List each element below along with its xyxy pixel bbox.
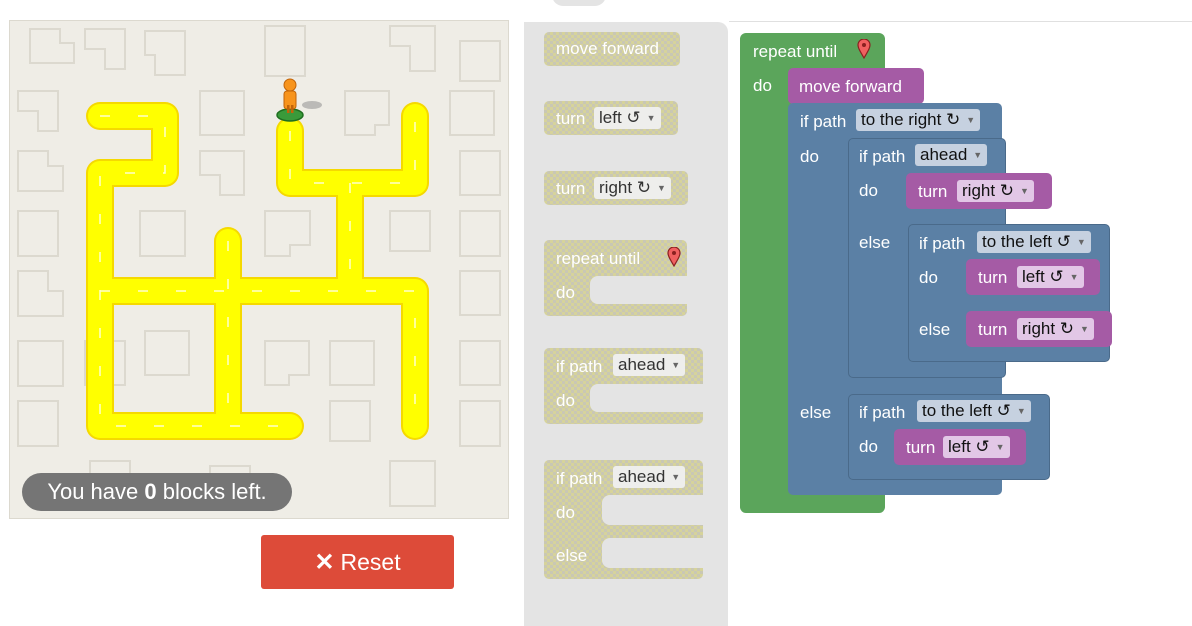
path-dropdown[interactable]: ahead ▼ [613,466,686,488]
do-label: do [919,268,938,287]
toolbox-repeat-until-block[interactable]: repeat until do [544,240,687,316]
pegman-icon [276,78,322,122]
maze-board [9,20,509,519]
toolbox-turn-left-block[interactable]: turn left ↺ ▼ [544,101,678,135]
do-label: do [556,283,575,302]
do-label: do [556,391,575,410]
toolbox-if-else-block[interactable]: if path ahead ▼ do else [544,460,703,579]
else-label: else [556,546,588,565]
block-label: repeat until [556,249,641,268]
chevron-down-icon: ▼ [1076,237,1086,247]
turn-right-block[interactable]: turn right ↻ ▼ [906,173,1052,209]
maze-svg [17,25,501,507]
block-label: if path [859,147,906,166]
chevron-down-icon: ▼ [657,183,666,193]
chevron-down-icon: ▼ [646,113,656,123]
direction-dropdown[interactable]: right ↻ ▼ [1017,318,1094,340]
chevron-down-icon: ▼ [1069,272,1079,282]
direction-dropdown[interactable]: left ↺ ▼ [594,107,661,129]
block-label: if path [800,112,847,131]
path-dropdown[interactable]: to the right ↻ ▼ [856,109,981,131]
block-label: if path [556,357,603,376]
block-label: if path [919,234,966,253]
chevron-down-icon: ▼ [995,442,1005,452]
block-label: if path [859,403,906,422]
toolbox-tab [552,0,606,6]
reset-button[interactable]: ✕ Reset [261,535,454,589]
block-label: move forward [799,77,902,96]
toolbox-move-forward-block[interactable]: move forward [544,32,680,66]
path-dropdown[interactable]: ahead ▼ [915,144,988,166]
else-label: else [919,320,951,339]
block-label: if path [556,469,603,488]
direction-dropdown[interactable]: left ↺ ▼ [943,436,1010,458]
turn-left-block[interactable]: turn left ↺ ▼ [966,259,1100,295]
workspace-top-border [729,21,1192,22]
block-label: turn [556,179,586,198]
block-label: turn [978,320,1008,339]
blocks-left-status: You have 0 blocks left. [22,473,292,511]
block-label: repeat until [753,42,838,61]
statement-slot [590,384,703,412]
move-forward-block[interactable]: move forward [788,68,924,104]
map-marker-icon [667,247,681,267]
close-icon: ✕ [314,549,335,576]
block-label: turn [906,438,936,457]
status-prefix: You have [47,479,145,504]
chevron-down-icon: ▼ [973,150,983,160]
turn-left-block[interactable]: turn left ↺ ▼ [894,429,1026,465]
chevron-down-icon: ▼ [1080,324,1089,334]
statement-slot [602,538,703,568]
yellow-path [86,102,429,440]
reset-label: Reset [340,549,401,575]
else-label: else [859,233,891,252]
do-label: do [859,437,878,456]
toolbox-turn-right-block[interactable]: turn right ↻ ▼ [544,171,688,205]
do-label: do [556,503,575,522]
block-label: turn [556,109,586,128]
direction-dropdown[interactable]: right ↻ ▼ [594,177,671,199]
chevron-down-icon: ▼ [1016,406,1026,416]
do-label: do [753,76,772,95]
path-dropdown[interactable]: to the left ↺ ▼ [977,231,1091,253]
blocks-left-count: 0 [144,479,157,504]
statement-slot [602,495,703,525]
toolbox-if-path-block[interactable]: if path ahead ▼ do [544,348,703,424]
path-dropdown[interactable]: to the left ↺ ▼ [917,400,1031,422]
direction-dropdown[interactable]: right ↻ ▼ [957,180,1034,202]
chevron-down-icon: ▼ [671,472,681,482]
status-suffix: blocks left. [156,479,267,504]
chevron-down-icon: ▼ [966,115,976,125]
path-dropdown[interactable]: ahead ▼ [613,354,686,376]
do-label: do [800,147,819,166]
else-label: else [800,403,832,422]
block-label: turn [918,182,948,201]
statement-slot [590,276,687,304]
chevron-down-icon: ▼ [671,360,681,370]
map-marker-icon [857,39,871,59]
block-label: move forward [556,39,659,58]
direction-dropdown[interactable]: left ↺ ▼ [1017,266,1084,288]
turn-right-block[interactable]: turn right ↻ ▼ [966,311,1112,347]
do-label: do [859,181,878,200]
chevron-down-icon: ▼ [1020,186,1029,196]
block-label: turn [978,268,1008,287]
